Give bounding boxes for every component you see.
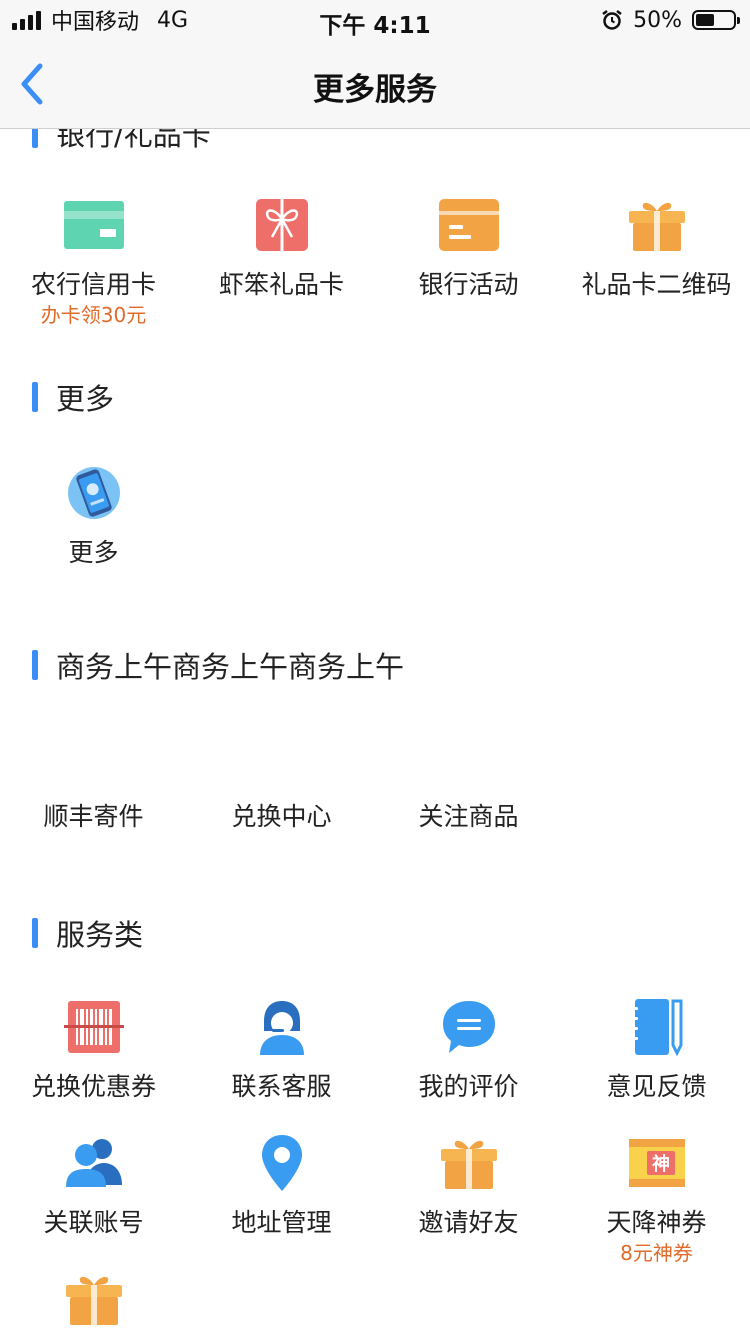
section-accent-bar xyxy=(32,382,38,412)
service-item-label: 联系客服 xyxy=(231,1072,332,1101)
section-accent-bar xyxy=(32,918,38,948)
service-item-customer-service[interactable]: 联系客服 xyxy=(188,995,375,1103)
section-accent-bar xyxy=(32,650,38,680)
section-title: 银行/礼品卡 xyxy=(56,129,211,152)
location-pin-icon xyxy=(261,1135,302,1191)
service-item-invite-friends[interactable]: 邀请好友 xyxy=(375,1131,562,1239)
section-title: 服务类 xyxy=(56,918,144,952)
service-item-label: 更多 xyxy=(68,538,119,567)
promo-label: 办卡领30元 xyxy=(40,303,147,327)
section-header-more: 更多 xyxy=(32,379,115,416)
comment-icon xyxy=(442,1001,495,1053)
gift-box-icon xyxy=(440,1140,497,1189)
services-content[interactable]: 银行/礼品卡 农行信用卡 办卡领30元 虾笨礼品卡 银行活动 礼品卡二维码 更多… xyxy=(0,129,750,1334)
gift-box-icon xyxy=(628,202,685,251)
service-item-label: 礼品卡二维码 xyxy=(581,270,732,299)
service-item-label: 我的评价 xyxy=(418,1072,519,1101)
service-item-god-coupon[interactable]: 神 天降神券 8元神券 xyxy=(563,1131,750,1265)
service-item-sf-express[interactable]: 顺丰寄件 xyxy=(0,797,187,833)
service-item-gift[interactable] xyxy=(0,1267,187,1331)
phone-app-icon xyxy=(67,467,120,519)
service-item-label: 天降神券 xyxy=(606,1208,707,1237)
service-item-label: 关联账号 xyxy=(43,1208,144,1237)
status-bar: 中国移动 4G 下午 4:11 50% xyxy=(0,0,750,40)
battery-icon xyxy=(692,10,740,30)
gift-card-icon xyxy=(255,199,308,251)
service-item-bank-activity[interactable]: 银行活动 xyxy=(375,193,562,301)
service-item-label: 银行活动 xyxy=(418,270,519,299)
service-item-gift-card[interactable]: 虾笨礼品卡 xyxy=(188,193,375,301)
service-item-linked-accounts[interactable]: 关联账号 xyxy=(0,1131,187,1239)
page-title: 更多服务 xyxy=(313,72,437,108)
service-item-label: 兑换优惠券 xyxy=(30,1072,156,1101)
service-item-feedback[interactable]: 意见反馈 xyxy=(563,995,750,1103)
service-item-exchange-center[interactable]: 兑换中心 xyxy=(188,797,375,833)
status-right: 50% xyxy=(601,6,740,34)
service-item-address-management[interactable]: 地址管理 xyxy=(188,1131,375,1239)
alarm-icon xyxy=(602,10,622,30)
gift-box-icon xyxy=(65,1276,122,1325)
service-item-label: 农行信用卡 xyxy=(30,270,156,299)
service-item-more[interactable]: 更多 xyxy=(0,461,187,569)
section-accent-bar xyxy=(32,129,38,148)
credit-card-icon xyxy=(63,201,124,249)
service-item-label: 意见反馈 xyxy=(606,1072,707,1101)
service-item-abc-credit-card[interactable]: 农行信用卡 办卡领30元 xyxy=(0,193,187,327)
notebook-icon xyxy=(631,999,682,1057)
users-icon xyxy=(65,1139,122,1187)
customer-service-icon xyxy=(259,1001,304,1055)
promo-label: 8元神券 xyxy=(620,1241,693,1265)
bank-card-icon xyxy=(438,199,499,251)
navigation-bar: 更多服务 xyxy=(0,40,750,129)
service-item-gift-card-qr[interactable]: 礼品卡二维码 xyxy=(563,193,750,301)
service-item-followed-products[interactable]: 关注商品 xyxy=(375,797,562,833)
section-header-bank: 银行/礼品卡 xyxy=(32,129,211,152)
service-item-label: 地址管理 xyxy=(231,1208,332,1237)
svg-text:神: 神 xyxy=(652,1153,670,1175)
service-item-my-reviews[interactable]: 我的评价 xyxy=(375,995,562,1103)
service-item-label: 邀请好友 xyxy=(418,1208,519,1237)
section-header-service: 服务类 xyxy=(32,915,144,952)
service-item-label: 虾笨礼品卡 xyxy=(218,270,344,299)
section-title: 商务上午商务上午商务上午 xyxy=(56,650,405,684)
section-title: 更多 xyxy=(56,382,115,416)
barcode-icon xyxy=(63,1001,124,1053)
coupon-icon: 神 xyxy=(628,1139,685,1187)
battery-percent: 50% xyxy=(633,7,682,33)
section-header-business: 商务上午商务上午商务上午 xyxy=(32,647,405,684)
service-item-redeem-coupon[interactable]: 兑换优惠券 xyxy=(0,995,187,1103)
